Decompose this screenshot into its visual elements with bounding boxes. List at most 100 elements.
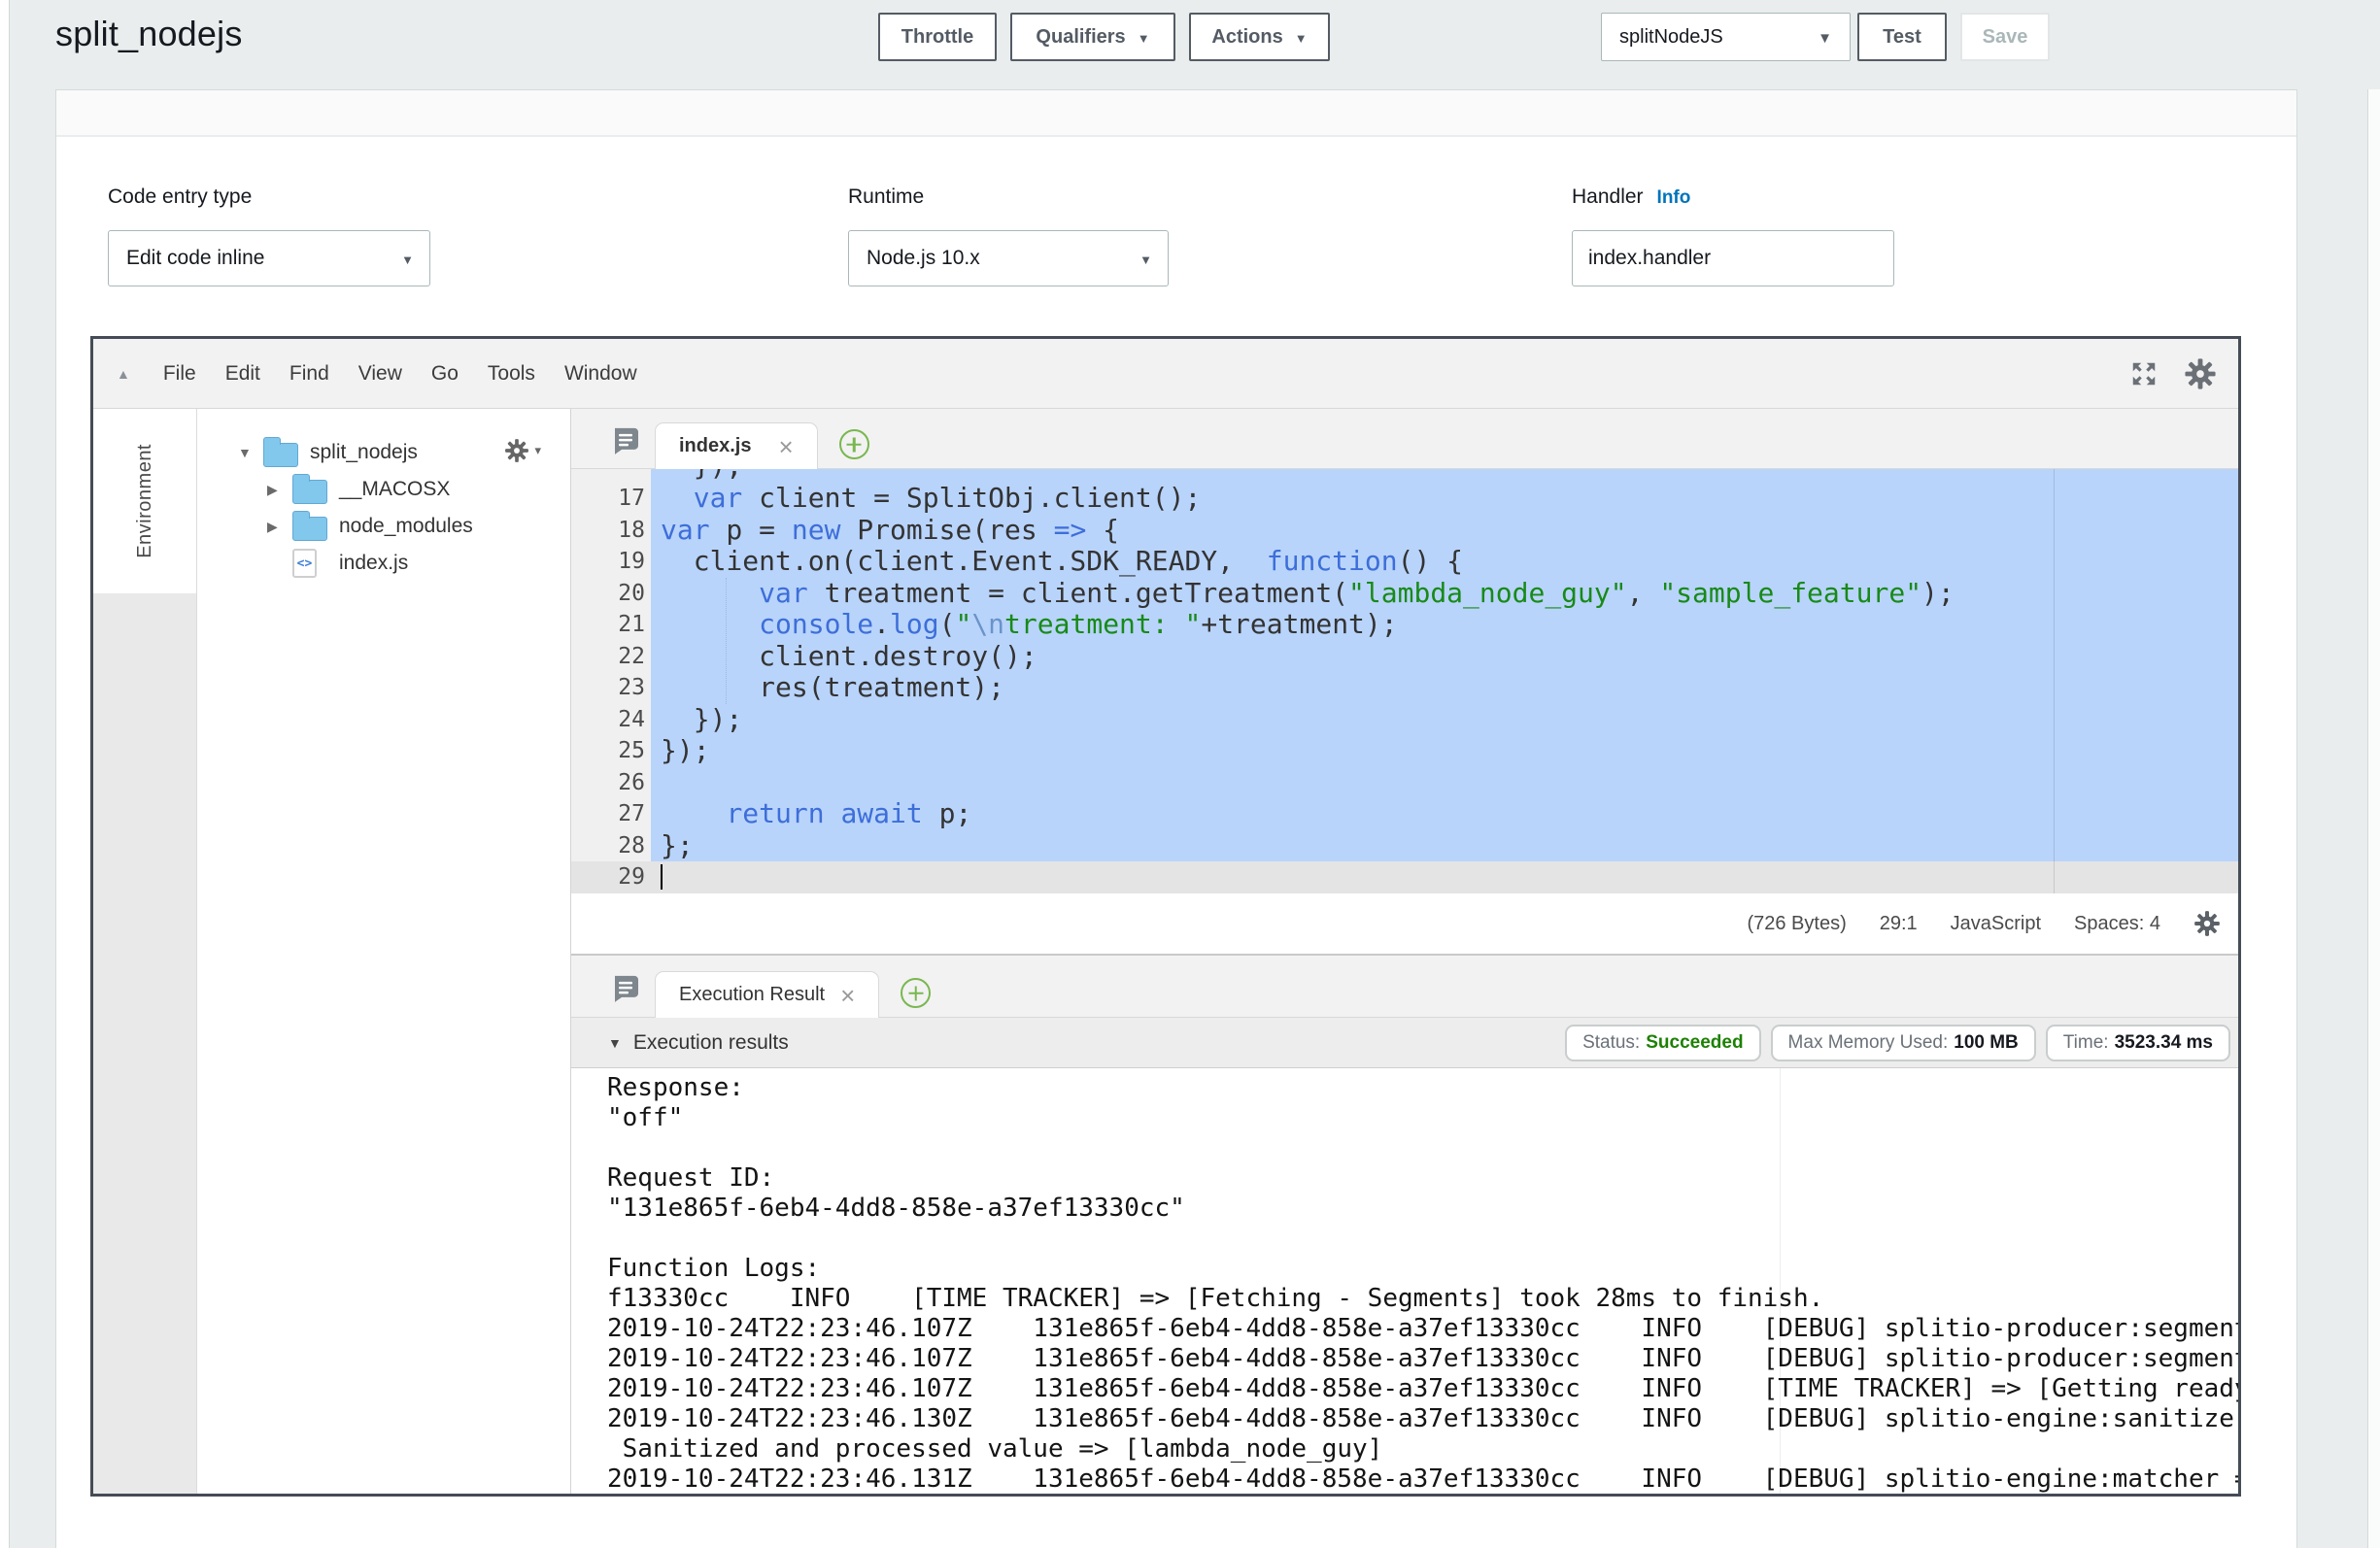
handler-info-link[interactable]: Info — [1657, 187, 1691, 208]
code-line: 28}; — [571, 830, 2238, 862]
code-entry-type-label: Code entry type — [108, 185, 252, 209]
menu-item-tools[interactable]: Tools — [488, 362, 535, 386]
environment-sidebar: Environment — [93, 409, 197, 1494]
caret-expanded-icon[interactable]: ▼ — [238, 445, 263, 460]
log-line: 2019-10-24T22:23:46.131Z 131e865f-6eb4-4… — [607, 1464, 2238, 1494]
runtime-select[interactable]: Node.js 10.x — [848, 230, 1169, 286]
new-tab-plus-icon[interactable] — [839, 429, 869, 459]
tree-settings-gear[interactable]: ▾ — [504, 438, 541, 463]
throttle-button[interactable]: Throttle — [878, 13, 997, 61]
code-tabbar: index.js × — [571, 409, 2238, 469]
log-line: 2019-10-24T22:23:46.107Z 131e865f-6eb4-4… — [607, 1374, 2238, 1404]
results-tabbar: Execution Result × — [571, 954, 2238, 1018]
chevron-down-icon — [1818, 26, 1832, 49]
log-line: 2019-10-24T22:23:46.130Z 131e865f-6eb4-4… — [607, 1404, 2238, 1434]
test-button[interactable]: Test — [1857, 13, 1947, 61]
menu-item-go[interactable]: Go — [431, 362, 459, 386]
chevron-down-icon — [401, 247, 414, 270]
runtime-label: Runtime — [848, 185, 924, 209]
js-file-icon — [292, 549, 317, 578]
tree-item-index-js[interactable]: index.js — [197, 545, 570, 582]
chevron-down-icon — [1139, 247, 1152, 270]
line-number: 23 — [571, 672, 651, 704]
status-item[interactable]: 29:1 — [1880, 913, 1918, 935]
status-item[interactable]: (726 Bytes) — [1747, 913, 1846, 935]
log-line: Sanitized and processed value => [lambda… — [607, 1434, 2238, 1464]
file-tree: ▼split_nodejs▾ ▶ __MACOSX ▶ node_modulesinde… — [197, 409, 571, 1494]
code-line: 21 console.log("\ntreatment: "+treatment… — [571, 609, 2238, 641]
log-line: "off" — [607, 1103, 2238, 1133]
tree-gear-icon[interactable] — [504, 438, 529, 463]
tree-item-label: __MACOSX — [339, 478, 450, 501]
chevron-down-icon — [1138, 26, 1150, 49]
tree-item-label: node_modules — [339, 515, 473, 538]
menu-item-find[interactable]: Find — [289, 362, 329, 386]
caret-collapsed-icon[interactable]: ▶ — [267, 519, 292, 535]
tree-item-split-nodejs[interactable]: ▼split_nodejs▾ — [197, 434, 570, 471]
code-line: 22 client.destroy(); — [571, 641, 2238, 673]
tree-item--macosx[interactable]: ▶ __MACOSX — [197, 471, 570, 508]
status-item[interactable]: JavaScript — [1951, 913, 2041, 935]
statusbar-gear-icon[interactable] — [2193, 910, 2221, 937]
code-line: 25}); — [571, 735, 2238, 767]
log-line: Request ID: — [607, 1163, 2238, 1194]
close-icon[interactable]: × — [840, 983, 855, 1008]
status-badge: Time:3523.34 ms — [2046, 1025, 2230, 1061]
code-line: 27 return await p; — [571, 798, 2238, 830]
chevron-down-icon: ▾ — [534, 443, 541, 458]
handler-field[interactable] — [1572, 230, 1894, 286]
log-line: "131e865f-6eb4-4dd8-858e-a37ef13330cc" — [607, 1194, 2238, 1224]
code-editor-area[interactable]: });17 var client = SplitObj.client();18v… — [571, 469, 2238, 893]
menu-items: File Edit Find View Go Tools Window — [130, 362, 637, 386]
page-scrollbar[interactable] — [2367, 89, 2380, 1548]
menu-item-file[interactable]: File — [163, 362, 196, 386]
tab-index-js[interactable]: index.js × — [655, 422, 818, 469]
line-number: 21 — [571, 609, 651, 641]
code-line: 23 res(treatment); — [571, 672, 2238, 704]
log-line: 2019-10-24T22:23:46.107Z 131e865f-6eb4-4… — [607, 1314, 2238, 1344]
line-number: 25 — [571, 735, 651, 767]
tree-item-label: index.js — [339, 552, 408, 575]
cloud9-editor: ▲ File Edit Find View Go Tools Window Environm… — [90, 336, 2241, 1497]
code-line: 20 var treatment = client.getTreatment("… — [571, 578, 2238, 610]
actions-button[interactable]: Actions — [1189, 13, 1330, 61]
line-number: 20 — [571, 578, 651, 610]
menu-item-view[interactable]: View — [358, 362, 402, 386]
log-line: f13330cc INFO [TIME TRACKER] => [Fetchin… — [607, 1284, 2238, 1314]
line-number: 19 — [571, 546, 651, 578]
status-badge: Max Memory Used:100 MB — [1771, 1025, 2036, 1061]
tree-item-node-modules[interactable]: ▶ node_modules — [197, 508, 570, 545]
qualifiers-button[interactable]: Qualifiers — [1010, 13, 1175, 61]
log-line: Response: — [607, 1073, 2238, 1103]
environment-tab[interactable]: Environment — [93, 409, 196, 593]
editor-settings-gear-icon[interactable] — [2184, 357, 2217, 390]
menu-item-edit[interactable]: Edit — [225, 362, 260, 386]
new-tab-plus-icon[interactable] — [901, 978, 931, 1008]
test-event-select[interactable]: splitNodeJS — [1601, 13, 1851, 61]
collapse-menu-icon[interactable]: ▲ — [117, 366, 130, 382]
fullscreen-icon[interactable] — [2129, 359, 2159, 388]
editor-statusbar: (726 Bytes) 29:1 JavaScript Spaces: 4 — [571, 893, 2238, 954]
folder-icon — [263, 443, 298, 467]
line-number: 27 — [571, 798, 651, 830]
caret-collapsed-icon[interactable]: ▶ — [267, 482, 292, 498]
execution-results-output[interactable]: Response:"off" Request ID:"131e865f-6eb4… — [571, 1068, 2238, 1494]
info-link[interactable]: Info — [285, 89, 321, 93]
chevron-down-icon — [1295, 26, 1308, 49]
line-number: 28 — [571, 830, 651, 862]
function-code-panel: Function codeInfo Code entry type Runtim… — [55, 89, 2297, 1548]
save-button[interactable]: Save — [1960, 13, 2050, 61]
code-line: 18var p = new Promise(res => { — [571, 515, 2238, 547]
tab-execution-result[interactable]: Execution Result × — [655, 971, 879, 1018]
line-number: 17 — [571, 483, 651, 515]
menu-item-window[interactable]: Window — [564, 362, 637, 386]
status-item[interactable]: Spaces: 4 — [2074, 913, 2160, 935]
window-left-strip — [0, 0, 10, 1548]
code-entry-type-select[interactable]: Edit code inline — [108, 230, 430, 286]
tab-list-icon[interactable] — [610, 974, 639, 1002]
code-line: 17 var client = SplitObj.client(); — [571, 483, 2238, 515]
tab-list-icon[interactable] — [610, 426, 639, 454]
collapse-results-icon[interactable]: ▼ — [608, 1035, 622, 1051]
close-icon[interactable]: × — [778, 434, 793, 459]
code-line: 26 — [571, 767, 2238, 799]
